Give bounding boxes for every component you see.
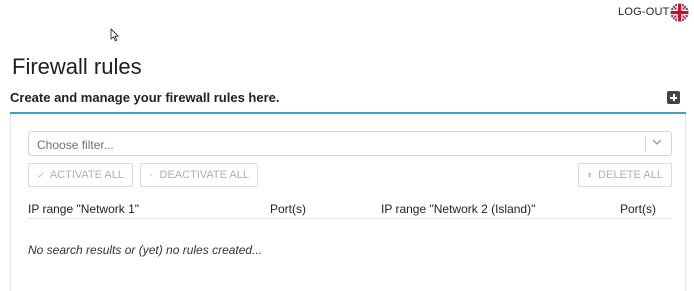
delete-all-button[interactable]: DELETE ALL — [578, 163, 672, 187]
section-header: Create and manage your firewall rules he… — [10, 90, 686, 114]
table-header-divider — [28, 218, 672, 219]
column-header-ports-network-1: Port(s) — [270, 202, 306, 216]
add-rule-button[interactable] — [667, 91, 680, 104]
deactivate-all-label: DEACTIVATE ALL — [159, 169, 249, 181]
filter-select[interactable]: Choose filter... — [28, 131, 672, 156]
check-icon — [37, 172, 44, 178]
page-title: Firewall rules — [12, 54, 142, 79]
empty-state-message: No search results or (yet) no rules crea… — [28, 243, 263, 257]
trash-icon — [587, 172, 592, 178]
column-header-ip-range-network-1: IP range "Network 1" — [28, 202, 140, 216]
delete-all-label: DELETE ALL — [598, 169, 663, 181]
rules-panel: Choose filter... ACTIVATE ALL DEACTIVATE… — [10, 114, 686, 291]
mouse-cursor-icon — [110, 28, 119, 42]
activate-all-label: ACTIVATE ALL — [49, 169, 124, 181]
filter-separator — [645, 137, 646, 151]
close-icon — [149, 173, 153, 177]
deactivate-all-button[interactable]: DEACTIVATE ALL — [140, 163, 258, 187]
filter-placeholder: Choose filter... — [37, 138, 114, 152]
logout-link[interactable]: LOG-OUT — [618, 6, 670, 18]
section-subtitle: Create and manage your firewall rules he… — [10, 90, 280, 105]
column-header-ip-range-network-2: IP range "Network 2 (Island)" — [381, 202, 536, 216]
chevron-down-icon[interactable] — [651, 136, 663, 148]
uk-flag-icon[interactable] — [670, 3, 689, 22]
column-header-ports-network-2: Port(s) — [620, 202, 656, 216]
top-bar: LOG-OUT — [0, 0, 694, 26]
activate-all-button[interactable]: ACTIVATE ALL — [28, 163, 133, 187]
